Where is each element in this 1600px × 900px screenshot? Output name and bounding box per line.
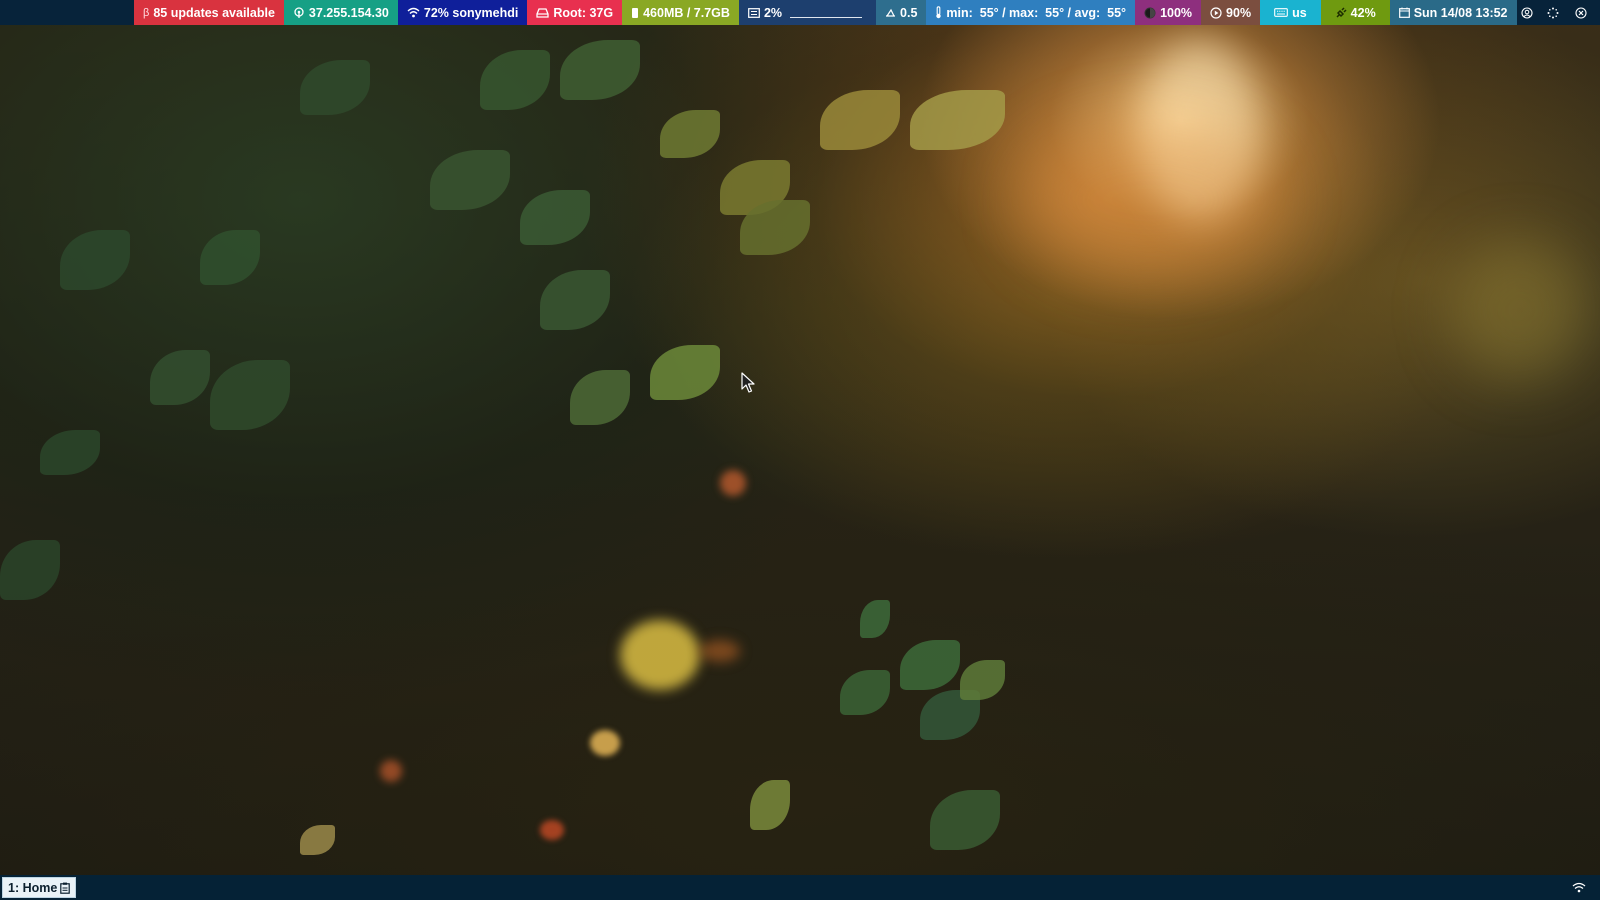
keyboard-layout-label: us [1292,5,1307,20]
ip-label: 37.255.154.30 [308,5,389,20]
date-label: Sun 14/08 13:52 [1413,5,1508,20]
load-label: 0.5 [900,5,918,20]
keyboard-layout-block[interactable]: us [1260,0,1321,25]
plug-icon [1335,6,1347,19]
memory-label: 460MB / 7.7GB [643,5,730,20]
battery-label: 42% [1350,5,1376,20]
brightness-block[interactable]: 100% [1135,0,1202,25]
user-circle-icon[interactable] [1517,0,1537,25]
memory-icon [631,7,639,19]
status-bar: β 85 updates available 37.255.154.30 72%… [0,0,1600,25]
temperature-label: min: 55° / max: 55° / avg: 55° [946,5,1127,20]
memory-block[interactable]: 460MB / 7.7GB [622,0,739,25]
volume-block[interactable]: 90% [1201,0,1261,25]
root-disk-block[interactable]: Root: 37G [527,0,623,25]
root-disk-label: Root: 37G [553,5,614,20]
network-icon [293,6,305,19]
calendar-icon [1398,7,1410,18]
wifi-label: 72% sonymehdi [423,5,519,20]
hdd-icon [536,7,550,18]
load-icon [885,8,896,17]
beta-icon: β [143,6,150,19]
clipboard-icon [60,882,71,894]
workspace-label: 1: Home [8,880,58,895]
ip-block[interactable]: 37.255.154.30 [283,0,398,25]
bottom-bar: 1: Home [0,875,1600,900]
wifi-block[interactable]: 72% sonymehdi [397,0,528,25]
cpu-label: 2% [763,5,783,20]
brightness-icon [1144,7,1156,19]
wifi-icon[interactable] [1572,882,1586,893]
workspace-button-home[interactable]: 1: Home [2,877,77,898]
thermometer-icon [935,6,942,19]
load-block[interactable]: 0.5 [876,0,927,25]
spinner-icon[interactable] [1537,0,1569,25]
play-icon [1210,6,1222,19]
close-circle-icon[interactable] [1569,0,1593,25]
battery-block[interactable]: 42% [1320,0,1390,25]
status-bar-spacer [0,0,134,25]
cpu-usage-graph [790,7,863,18]
desktop-wallpaper [0,0,1600,900]
cpu-block[interactable]: 2% [738,0,877,25]
cpu-icon [748,7,760,18]
keyboard-icon [1274,8,1288,17]
date-block[interactable]: Sun 14/08 13:52 [1389,0,1517,25]
updates-block[interactable]: β 85 updates available [134,0,284,25]
updates-label: 85 updates available [153,5,275,20]
mouse-cursor-icon [741,372,757,394]
brightness-label: 100% [1160,5,1193,20]
volume-label: 90% [1226,5,1252,20]
wifi-icon [407,7,420,18]
temperature-block[interactable]: min: 55° / max: 55° / avg: 55° [926,0,1136,25]
